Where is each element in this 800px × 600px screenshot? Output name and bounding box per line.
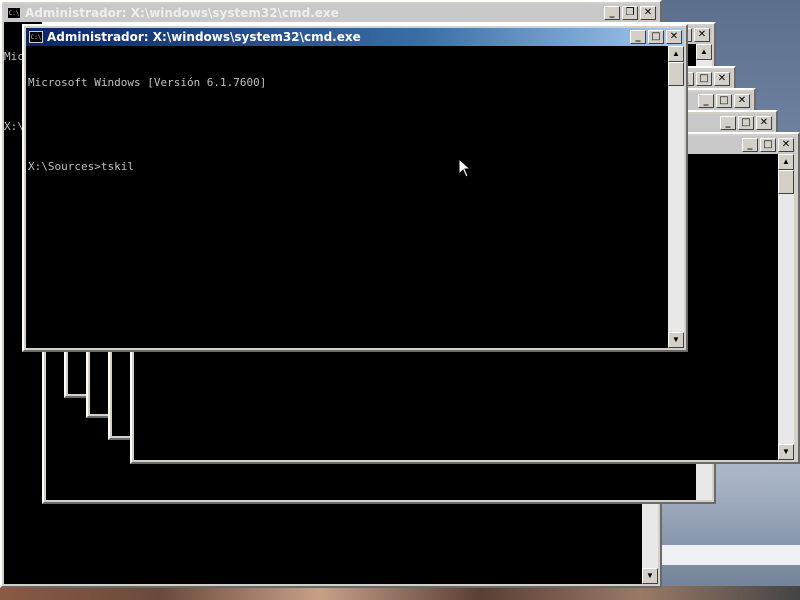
close-button[interactable]: ✕ <box>734 94 750 108</box>
maximize-button[interactable]: □ <box>696 72 712 86</box>
close-button[interactable]: ✕ <box>694 28 710 42</box>
close-button[interactable]: ✕ <box>640 6 656 20</box>
scroll-thumb[interactable] <box>778 170 794 194</box>
close-button[interactable]: ✕ <box>714 72 730 86</box>
minimize-button[interactable]: _ <box>604 6 620 20</box>
front-console-area[interactable]: Microsoft Windows [Versión 6.1.7600] X:\… <box>26 46 668 348</box>
scroll-up-button[interactable]: ▲ <box>668 46 684 62</box>
scroll-down-button[interactable]: ▼ <box>668 332 684 348</box>
console-line: Microsoft Windows [Versión 6.1.7600] <box>28 76 267 89</box>
scroll-thumb[interactable] <box>668 62 684 86</box>
minimize-button[interactable]: _ <box>630 30 646 44</box>
minimize-button[interactable]: _ <box>742 138 758 152</box>
scroll-up-button[interactable]: ▲ <box>696 44 712 60</box>
back-window-titlebar[interactable]: C:\ Administrador: X:\windows\system32\c… <box>4 4 658 22</box>
wallpaper-photo-band <box>660 545 800 565</box>
scroll-down-button[interactable]: ▼ <box>642 568 658 584</box>
close-button[interactable]: ✕ <box>666 30 682 44</box>
maximize-button[interactable]: □ <box>738 116 754 130</box>
scroll-down-button[interactable]: ▼ <box>778 444 794 460</box>
scroll-up-button[interactable]: ▲ <box>778 154 794 170</box>
front-cmd-window[interactable]: C:\ Administrador: X:\windows\system32\c… <box>22 24 688 352</box>
cmd-icon: C:\ <box>7 7 21 19</box>
maximize-button[interactable]: □ <box>760 138 776 152</box>
front-vertical-scrollbar[interactable]: ▲ ▼ <box>668 46 684 348</box>
maximize-button[interactable]: □ <box>716 94 732 108</box>
minimize-button[interactable]: _ <box>720 116 736 130</box>
minimize-button[interactable]: _ <box>698 94 714 108</box>
front-window-titlebar[interactable]: C:\ Administrador: X:\windows\system32\c… <box>26 28 684 46</box>
cmd-icon: C:\ <box>29 31 43 43</box>
console-line: X:\Sources>tskil <box>28 160 134 173</box>
wallpaper-photo-bottom <box>0 586 800 600</box>
restore-button[interactable]: ❐ <box>622 6 638 20</box>
back-window-title: Administrador: X:\windows\system32\cmd.e… <box>25 6 339 20</box>
vertical-scrollbar[interactable]: ▲ ▼ <box>778 154 794 460</box>
close-button[interactable]: ✕ <box>778 138 794 152</box>
front-window-title: Administrador: X:\windows\system32\cmd.e… <box>47 30 361 44</box>
close-button[interactable]: ✕ <box>756 116 772 130</box>
maximize-button[interactable]: □ <box>648 30 664 44</box>
